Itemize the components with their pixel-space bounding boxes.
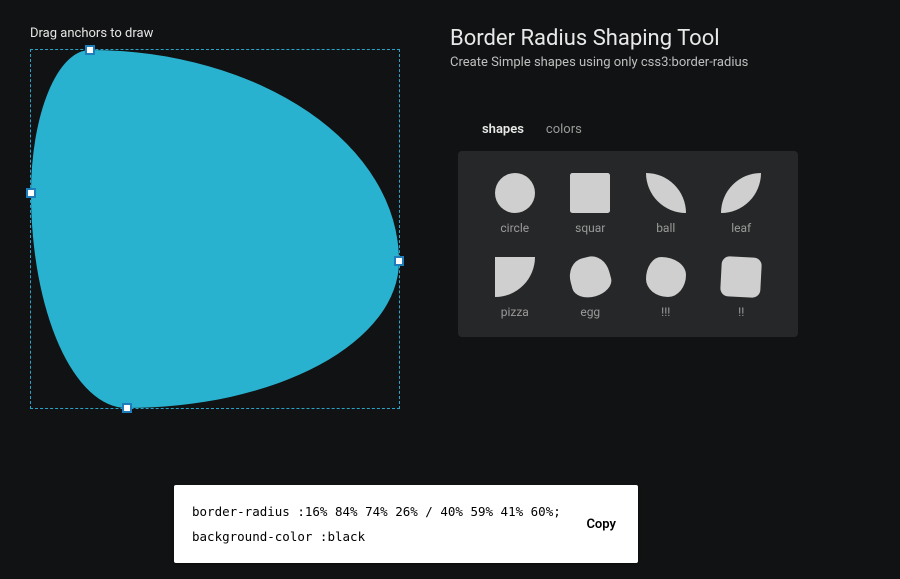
preset-label: egg [580, 305, 600, 319]
pizza-icon [495, 257, 535, 297]
preset-label: !! [738, 305, 744, 319]
circle-icon [495, 173, 535, 213]
preset-label: ball [656, 221, 675, 235]
copy-button[interactable]: Copy [582, 511, 620, 538]
preset-label: circle [500, 221, 529, 235]
page-subtitle: Create Simple shapes using only css3:bor… [450, 55, 870, 70]
tab-bar: shapes colors [482, 122, 870, 137]
ball-icon [646, 173, 686, 213]
preset-blob2[interactable]: !! [707, 257, 777, 319]
preset-pizza[interactable]: pizza [480, 257, 550, 319]
preset-label: pizza [501, 305, 529, 319]
blob-icon [646, 257, 686, 297]
tab-shapes[interactable]: shapes [482, 122, 524, 137]
code-line-1: border-radius :16% 84% 74% 26% / 40% 59%… [192, 504, 561, 519]
anchor-top[interactable] [85, 45, 95, 55]
page-title: Border Radius Shaping Tool [450, 26, 870, 51]
preset-label: squar [575, 221, 605, 235]
blob-icon [720, 256, 762, 298]
shape-preview [31, 50, 399, 408]
canvas-hint: Drag anchors to draw [30, 26, 410, 41]
egg-icon [566, 253, 615, 302]
canvas-column: Drag anchors to draw [30, 26, 410, 409]
preset-ball[interactable]: ball [631, 173, 701, 235]
anchor-left[interactable] [26, 188, 36, 198]
preset-egg[interactable]: egg [556, 257, 626, 319]
shapes-panel: circle squar ball leaf pizza egg [458, 151, 798, 337]
code-line-2: background-color :black [192, 529, 365, 544]
preset-blob1[interactable]: !!! [631, 257, 701, 319]
preset-circle[interactable]: circle [480, 173, 550, 235]
anchor-bottom[interactable] [122, 403, 132, 413]
preset-label: leaf [731, 221, 751, 235]
anchor-right[interactable] [394, 256, 404, 266]
right-column: Border Radius Shaping Tool Create Simple… [450, 26, 870, 409]
square-icon [570, 173, 610, 213]
app-root: Drag anchors to draw Border Radius Shapi… [0, 0, 900, 409]
shape-canvas[interactable] [30, 49, 400, 409]
preset-label: !!! [661, 305, 670, 319]
leaf-icon [721, 173, 761, 213]
tab-colors[interactable]: colors [546, 122, 582, 137]
preset-leaf[interactable]: leaf [707, 173, 777, 235]
css-output-box: border-radius :16% 84% 74% 26% / 40% 59%… [174, 485, 638, 563]
preset-square[interactable]: squar [556, 173, 626, 235]
css-output-text[interactable]: border-radius :16% 84% 74% 26% / 40% 59%… [192, 499, 574, 549]
